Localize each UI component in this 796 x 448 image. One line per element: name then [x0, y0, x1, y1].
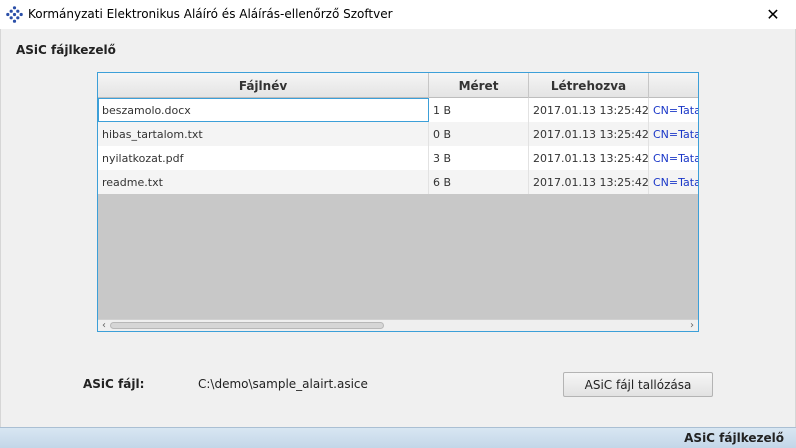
table-row[interactable]: nyilatkozat.pdf 3 B 2017.01.13 13:25:42 … [98, 146, 698, 170]
cell-filename: nyilatkozat.pdf [98, 146, 429, 170]
cell-size: 1 B [429, 98, 529, 122]
scroll-left-icon[interactable]: ‹ [98, 319, 110, 331]
cell-filename: beszamolo.docx [98, 98, 429, 122]
cell-signer: CN=Tata [653, 103, 699, 117]
diamond-dots-logo-icon [6, 6, 23, 23]
table-row[interactable]: readme.txt 6 B 2017.01.13 13:25:42 CN=Ta… [98, 170, 698, 194]
asic-file-path: C:\demo\sample_alairt.asice [198, 377, 368, 391]
cell-size: 0 B [429, 122, 529, 146]
cell-size: 6 B [429, 170, 529, 194]
cell-signer: CN=Tata [653, 127, 699, 141]
status-bar: ASiC fájlkezelő [0, 427, 796, 448]
table-row[interactable]: beszamolo.docx 1 B 2017.01.13 13:25:42 C… [98, 98, 698, 122]
cell-size: 3 B [429, 146, 529, 170]
status-text: ASiC fájlkezelő [684, 431, 784, 445]
cell-created: 2017.01.13 13:25:42 [529, 146, 649, 170]
cell-signer: CN=Tata [653, 151, 699, 165]
scrollbar-thumb[interactable] [110, 322, 384, 329]
table-header: Fájlnév Méret Létrehozva [98, 73, 698, 98]
scroll-right-icon[interactable]: › [686, 319, 698, 331]
close-button[interactable]: ✕ [750, 0, 796, 29]
cell-signer: CN=Tata [653, 175, 699, 189]
browse-asic-button[interactable]: ASiC fájl tallózása [563, 372, 713, 397]
table-row[interactable]: hibas_tartalom.txt 0 B 2017.01.13 13:25:… [98, 122, 698, 146]
cell-created: 2017.01.13 13:25:42 [529, 170, 649, 194]
window-title: Kormányzati Elektronikus Aláíró és Aláír… [28, 7, 393, 21]
column-header-size[interactable]: Méret [429, 73, 529, 98]
close-icon: ✕ [766, 5, 780, 24]
cell-created: 2017.01.13 13:25:42 [529, 98, 649, 122]
asic-file-label: ASiC fájl: [83, 377, 145, 391]
cell-created: 2017.01.13 13:25:42 [529, 122, 649, 146]
cell-filename: hibas_tartalom.txt [98, 122, 429, 146]
column-header-filename[interactable]: Fájlnév [98, 73, 429, 98]
cell-filename: readme.txt [98, 170, 429, 194]
column-header-signer[interactable] [649, 73, 698, 98]
column-header-created[interactable]: Létrehozva [529, 73, 649, 98]
horizontal-scrollbar[interactable]: ‹ › [98, 319, 698, 331]
section-title: ASiC fájlkezelő [16, 43, 116, 57]
title-bar: Kormányzati Elektronikus Aláíró és Aláír… [0, 0, 796, 29]
file-table[interactable]: Fájlnév Méret Létrehozva beszamolo.docx … [97, 72, 699, 332]
